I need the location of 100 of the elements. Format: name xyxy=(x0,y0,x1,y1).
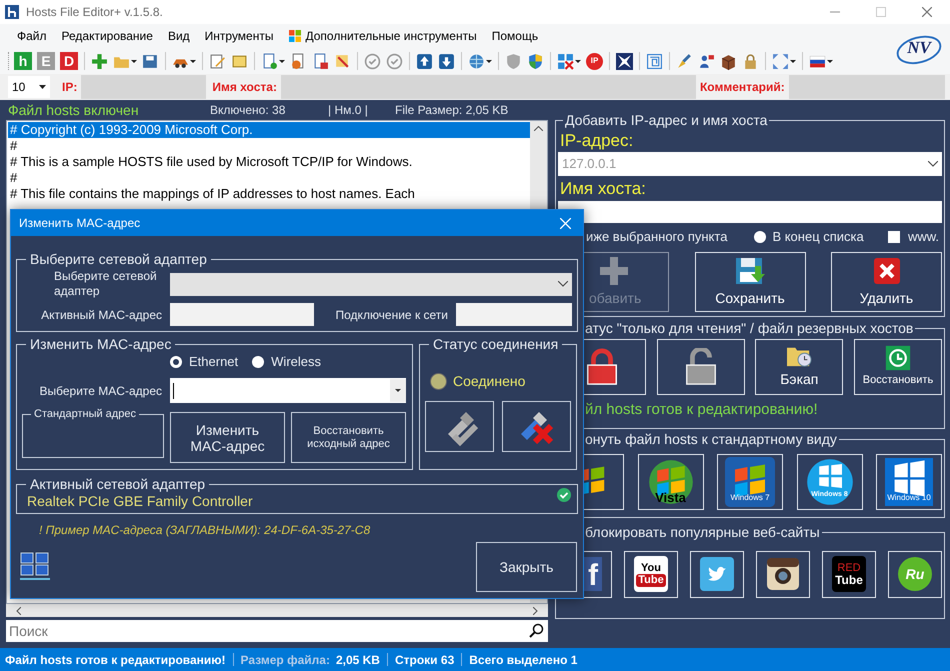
arrow-down-icon[interactable] xyxy=(438,52,455,70)
block-site-button[interactable]: RED Tube xyxy=(822,550,876,598)
comment-field[interactable] xyxy=(788,75,945,99)
save-button[interactable]: Сохранить xyxy=(694,252,806,312)
box-icon[interactable] xyxy=(720,52,737,70)
globe-icon[interactable] xyxy=(468,52,485,70)
spiral-icon[interactable] xyxy=(646,52,663,70)
check-circle-icon[interactable] xyxy=(364,52,381,70)
menu-item[interactable]: Дополнительные инструменты xyxy=(281,25,484,47)
letter-button[interactable]: h xyxy=(14,52,32,70)
connection-status: Соединено xyxy=(453,372,526,391)
position-option[interactable]: иже выбранного пункта xyxy=(586,227,728,247)
windows-7-button[interactable]: Windows 7 xyxy=(717,454,783,510)
nm-count: | Нм.0 | xyxy=(328,102,369,119)
group-title: Статус соединения xyxy=(432,335,560,354)
camera-icon xyxy=(766,557,800,591)
text-line[interactable]: # This is a sample HOSTS file used by Microsoft TCP/IP for Windows. xyxy=(8,154,530,170)
checkbox[interactable] xyxy=(888,231,900,243)
save-icon[interactable] xyxy=(142,52,159,70)
note-icon[interactable] xyxy=(334,52,351,70)
broom-icon[interactable] xyxy=(676,52,693,70)
window-title: Hosts File Editor+ v.1.5.8. xyxy=(26,4,163,21)
caret-icon[interactable] xyxy=(827,60,833,62)
block-site-button[interactable]: You Tube xyxy=(624,550,678,598)
host-name-field[interactable] xyxy=(558,201,942,223)
menu-item[interactable]: Файл xyxy=(10,25,54,47)
count-dropdown[interactable]: 10 xyxy=(8,76,50,98)
delete-button[interactable]: Удалить xyxy=(831,252,942,312)
mac-label: Выберите MAC-адрес xyxy=(38,382,163,400)
status-text: Файл hosts готов к редактированию! xyxy=(5,652,226,668)
check-circle-icon[interactable] xyxy=(386,52,403,70)
plus-icon[interactable] xyxy=(91,52,108,70)
windows-logo-icon xyxy=(885,458,933,506)
lock-icon[interactable] xyxy=(742,52,759,70)
file-size: File Размер: 2,05 KB xyxy=(395,102,508,119)
edit-icon[interactable] xyxy=(209,52,226,70)
menu-item[interactable]: Вид xyxy=(160,25,197,47)
caret-icon[interactable] xyxy=(486,60,492,62)
text-line[interactable]: # xyxy=(8,138,530,154)
chevron-down-icon xyxy=(928,161,938,167)
text-line[interactable]: # This file contains the mappings of IP addresses to host names. Each xyxy=(8,186,530,202)
logo-text: Windows 7 xyxy=(730,492,770,504)
caret-icon[interactable] xyxy=(190,60,196,62)
search-field[interactable]: Поиск xyxy=(6,620,548,642)
disconnect-button[interactable] xyxy=(502,401,571,452)
active-mac-field[interactable] xyxy=(170,303,314,326)
ip-address-label: IP-адрес: xyxy=(559,131,634,151)
connection-label: Подключение к сети xyxy=(336,306,449,324)
caret-icon[interactable] xyxy=(575,60,581,62)
ip-field[interactable] xyxy=(81,75,206,99)
ip-button[interactable]: IP xyxy=(586,52,603,70)
host-field[interactable] xyxy=(280,75,696,99)
connection-field[interactable] xyxy=(456,303,572,326)
network-type-radio[interactable]: Wireless xyxy=(252,352,321,372)
dropdown-toggle[interactable] xyxy=(390,379,406,402)
menu-item[interactable]: Интрументы xyxy=(198,25,280,47)
user-icon[interactable] xyxy=(698,52,715,70)
adapter-dropdown[interactable] xyxy=(170,272,572,296)
grid-cross-icon[interactable] xyxy=(557,52,574,70)
note-icon[interactable] xyxy=(231,52,248,70)
text-line[interactable]: # xyxy=(8,170,530,186)
change-mac-button[interactable]: Изменить MAC-адрес xyxy=(170,412,285,463)
close-icon[interactable] xyxy=(922,7,932,17)
delete-icon xyxy=(872,256,902,286)
block-site-button[interactable] xyxy=(756,550,810,598)
group-title: Добавить IP-адрес и имя хоста xyxy=(564,111,768,130)
menu-item[interactable]: Редактирование xyxy=(54,25,160,47)
check-icon xyxy=(557,488,571,502)
letter-button[interactable]: D xyxy=(60,52,78,70)
document-icon[interactable] xyxy=(261,52,278,70)
chevron-up-icon[interactable] xyxy=(534,126,543,131)
document-icon[interactable] xyxy=(312,52,329,70)
unlock-button[interactable] xyxy=(656,339,745,395)
site-logo: You Tube xyxy=(634,556,668,592)
block-site-button[interactable] xyxy=(690,550,744,598)
close-button[interactable]: Закрыть xyxy=(476,542,577,592)
logo-text: Vista xyxy=(655,489,686,507)
chevron-right-icon[interactable] xyxy=(533,606,538,614)
status-text: Всего выделено 1 xyxy=(469,652,578,668)
caret-icon[interactable] xyxy=(131,60,137,62)
caret-icon[interactable] xyxy=(279,60,285,62)
network-type-radio[interactable]: Ethernet xyxy=(170,352,238,372)
chevron-left-icon[interactable] xyxy=(16,606,21,614)
search-icon[interactable] xyxy=(528,623,544,639)
plus-icon xyxy=(598,256,628,286)
connect-button[interactable] xyxy=(425,401,494,452)
emblem-icon[interactable] xyxy=(616,52,633,70)
restore-button[interactable]: Восстановить xyxy=(854,339,942,395)
end-of-list-radio[interactable]: В конец списка xyxy=(754,227,864,247)
windows-vista-button[interactable]: Vista xyxy=(638,454,704,510)
menu-item[interactable]: Помощь xyxy=(484,25,546,47)
clock-icon xyxy=(884,345,911,372)
caret-icon xyxy=(395,389,401,392)
shield-icon[interactable] xyxy=(527,52,544,70)
arrow-up-icon[interactable] xyxy=(416,52,433,70)
caret-icon[interactable] xyxy=(790,60,796,62)
www-checkbox[interactable]: www. xyxy=(888,227,939,247)
restore-address-button[interactable]: Восстановить исходный адрес xyxy=(291,412,406,463)
backup-button[interactable]: Бэкап xyxy=(755,339,844,395)
horizontal-scrollbar[interactable] xyxy=(6,604,548,617)
